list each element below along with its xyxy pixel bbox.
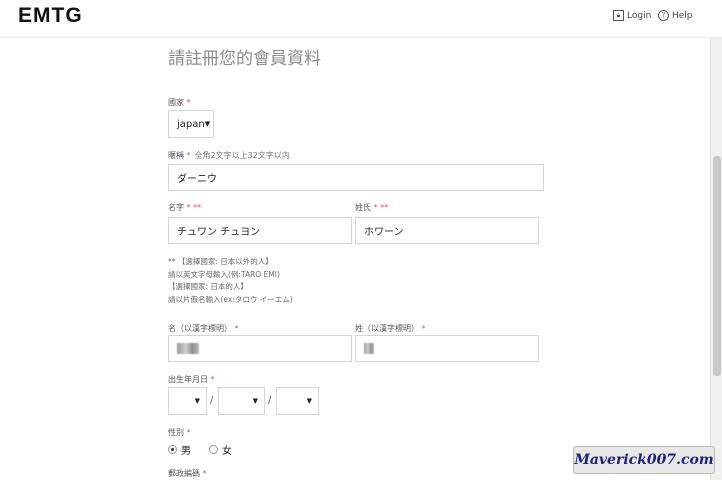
date-separator: / [268,395,272,406]
name-note-line-3: 【選擇國家: 日本的人】 [168,282,248,291]
gender-option-male[interactable]: 男 [168,442,191,457]
chevron-down-icon: ▼ [194,397,200,405]
first-name-label: 名字 * ** [168,203,202,212]
name-note-line-1: ** 【選擇國家: 日本以外的人】 [168,257,273,266]
first-name-kanji-label: 名（以漢字標明） * [168,324,239,333]
nickname-hint: 全角2文字以上32文字以内 [194,151,290,160]
watermark-logo: Maverick007.com [573,446,715,474]
gender-radio-group: 男 女 [168,442,250,457]
last-name-label: 姓氏 * ** [355,203,389,212]
page-scrollbar[interactable] [710,38,722,480]
postal-code-label: 郵政編碼 * [168,469,207,478]
chevron-down-icon: ▼ [306,397,312,405]
gender-label: 性別 * [168,428,191,437]
scrollbar-thumb[interactable] [713,156,721,376]
date-separator: / [210,395,214,406]
login-label: Login [627,10,652,21]
last-name-kanji-label: 姓（以漢字標明） * [355,324,426,333]
help-label: Help [672,10,693,21]
nickname-label: 暱稱 * 全角2文字以上32文字以内 [168,151,290,160]
last-name-input[interactable]: ホワーン [355,217,539,244]
name-note-line-2: 請以英文字母輸入(例:TARO EMI) [168,270,280,279]
nickname-input[interactable]: ダーニウ [168,164,544,191]
country-label: 國家 * [168,98,191,107]
country-select[interactable]: japan ▼ [168,110,214,138]
question-circle-icon: ? [658,10,669,21]
gender-option-female[interactable]: 女 [209,442,232,457]
radio-button[interactable] [168,445,177,454]
redacted-value [364,343,374,354]
country-value: japan [177,118,205,130]
login-link[interactable]: 🔒︎ Login [613,10,651,21]
first-name-input[interactable]: チュワン チュヨン [168,217,352,244]
name-note-line-4: 請以片假名輸入(ex:タロウ イーエム) [168,295,293,304]
redacted-value [177,343,199,354]
top-header: EMTG 🔒︎ Login ? Help [0,0,722,38]
birthday-label: 出生年月日 * [168,375,215,384]
first-name-kanji-input[interactable] [168,335,352,362]
birth-month-select[interactable]: ▼ [218,387,265,415]
last-name-kanji-input[interactable] [355,335,539,362]
page-title: 請註冊您的會員資料 [168,49,321,69]
chevron-down-icon: ▼ [204,120,211,128]
lock-icon: 🔒︎ [613,10,624,21]
chevron-down-icon: ▼ [252,397,258,405]
help-link[interactable]: ? Help [658,10,693,21]
site-logo[interactable]: EMTG [18,4,83,28]
radio-button[interactable] [209,445,218,454]
birth-day-select[interactable]: ▼ [276,387,319,415]
birth-year-select[interactable]: ▼ [168,387,207,415]
